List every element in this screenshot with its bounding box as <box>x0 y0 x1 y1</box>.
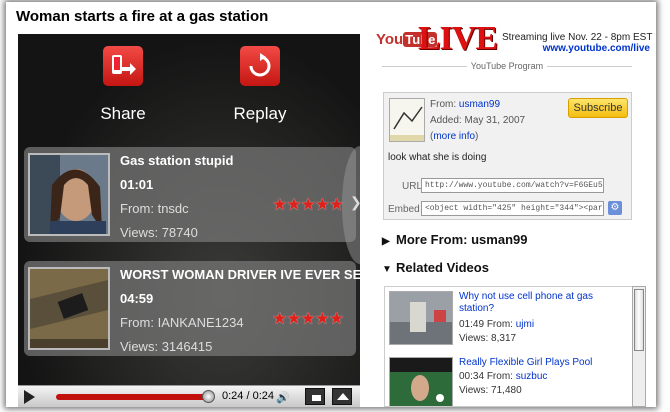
related-video-card[interactable]: WORST WOMAN DRIVER IVE EVER SEEN 04:59 F… <box>24 261 360 356</box>
related-video-title[interactable]: Gas station stupid <box>120 153 233 168</box>
popout-button[interactable] <box>305 388 325 405</box>
video-thumbnail <box>28 267 110 350</box>
related-video-views: Views: 8,317 <box>459 333 517 344</box>
more-info-row: (more info) <box>430 131 479 142</box>
sidebar: You Tube LIVE Streaming live Nov. 22 - 8p… <box>376 2 656 407</box>
related-video-title[interactable]: Really Flexible Girl Plays Pool <box>459 357 599 369</box>
related-video-title[interactable]: WORST WOMAN DRIVER IVE EVER SEEN <box>120 267 360 282</box>
from-row: From: usman99 <box>430 99 501 110</box>
related-video-author[interactable]: ujmi <box>516 319 534 330</box>
replay-icon <box>240 46 280 86</box>
live-logo: LIVE <box>418 20 498 57</box>
share-button[interactable]: Share <box>78 46 168 124</box>
collapse-arrow-icon: ▼ <box>382 264 392 275</box>
list-item[interactable]: Really Flexible Girl Plays Pool 00:34 Fr… <box>385 353 632 406</box>
more-from-toggle[interactable]: ▶ More From: usman99 <box>382 232 527 247</box>
time-display: 0:24 / 0:24 <box>222 390 274 402</box>
progress-bar[interactable] <box>56 394 210 400</box>
related-video-duration: 01:01 <box>120 177 154 192</box>
related-video-from: From: tnsdc <box>120 201 189 216</box>
more-info-link[interactable]: more info <box>433 131 475 142</box>
share-icon <box>103 46 143 86</box>
page-frame: Woman starts a fire at a gas station Sha… <box>6 2 656 407</box>
rating-stars: ★★★★★ <box>272 309 344 328</box>
share-label: Share <box>100 104 146 123</box>
related-video-duration: 04:59 <box>120 291 154 306</box>
video-description: look what she is doing <box>388 152 487 163</box>
uploader-thumbnail[interactable] <box>389 98 425 142</box>
embed-settings-icon[interactable]: ⚙ <box>608 201 622 215</box>
video-thumbnail <box>28 153 110 236</box>
volume-icon[interactable]: 🔊 <box>276 391 290 404</box>
url-field[interactable]: http://www.youtube.com/watch?v=F6GEu5K3z… <box>421 178 604 193</box>
streaming-info: Streaming live Nov. 22 - 8pm EST www.you… <box>502 32 653 54</box>
scrollbar[interactable] <box>632 286 646 407</box>
video-player[interactable]: Share Replay Gas station stupid 01:01 Fr… <box>18 34 360 407</box>
fullscreen-button[interactable] <box>332 388 352 405</box>
progress-handle[interactable] <box>202 390 215 403</box>
live-link[interactable]: www.youtube.com/live <box>543 43 650 54</box>
embed-label: Embed <box>388 204 420 215</box>
youtube-program-divider: YouTube Program <box>382 61 632 77</box>
related-video-card[interactable]: Gas station stupid 01:01 From: tnsdc Vie… <box>24 147 356 242</box>
related-videos-list: Why not use cell phone at gas station? 0… <box>384 286 632 407</box>
replay-label: Replay <box>233 104 287 123</box>
related-video-meta: 00:34 From: suzbuc <box>459 371 548 382</box>
play-button[interactable] <box>24 390 35 404</box>
related-videos-toggle[interactable]: ▼ Related Videos <box>382 260 489 275</box>
url-label: URL <box>402 181 423 192</box>
video-thumbnail <box>389 357 453 406</box>
added-row: Added: May 31, 2007 <box>430 115 526 126</box>
expand-arrow-icon: ▶ <box>382 236 390 247</box>
author-link[interactable]: usman99 <box>459 99 500 110</box>
related-video-title[interactable]: Why not use cell phone at gas station? <box>459 291 599 315</box>
related-video-views: Views: 71,480 <box>459 385 522 396</box>
related-video-author[interactable]: suzbuc <box>516 371 548 382</box>
related-video-views: Views: 3146415 <box>120 339 213 354</box>
related-video-views: Views: 78740 <box>120 225 198 240</box>
related-video-author: IANKANE1234 <box>157 315 244 330</box>
replay-button[interactable]: Replay <box>215 46 305 124</box>
subscribe-button[interactable]: Subscribe <box>568 98 628 118</box>
video-thumbnail <box>389 291 453 345</box>
player-controls: 0:24 / 0:24 🔊 <box>18 385 360 407</box>
rating-stars: ★★★★★ <box>272 195 344 214</box>
related-video-meta: 01:49 From: ujmi <box>459 319 535 330</box>
embed-field[interactable]: <object width="425" height="344"><param … <box>421 201 604 216</box>
page-title: Woman starts a fire at a gas station <box>16 8 269 25</box>
related-video-author: tnsdc <box>157 201 189 216</box>
video-info-box: From: usman99 Added: May 31, 2007 (more … <box>383 92 632 220</box>
related-video-from: From: IANKANE1234 <box>120 315 244 330</box>
scrollbar-thumb[interactable] <box>634 289 644 351</box>
list-item[interactable]: Why not use cell phone at gas station? 0… <box>385 287 632 351</box>
